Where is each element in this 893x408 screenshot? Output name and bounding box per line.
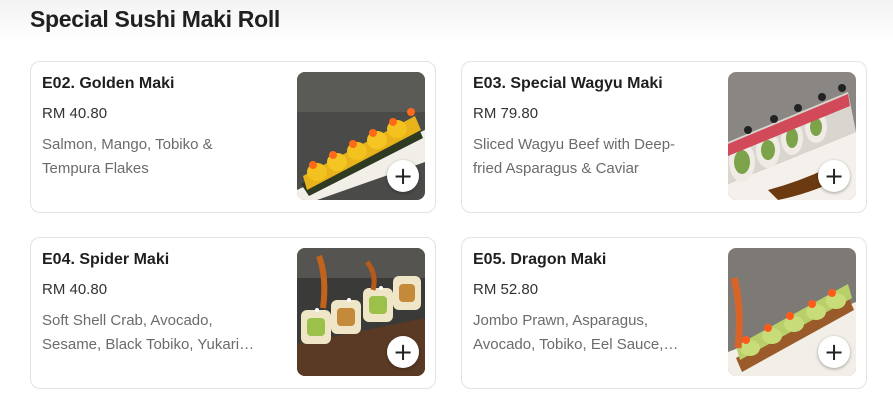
menu-item-card-wagyu-maki[interactable]: E03. Special Wagyu Maki RM 79.80 Sliced … [461, 61, 867, 213]
item-description: Sliced Wagyu Beef with Deep-fried Aspara… [473, 136, 676, 177]
menu-item-card-spider-maki[interactable]: E04. Spider Maki RM 40.80 Soft Shell Cra… [30, 237, 436, 389]
add-to-cart-button[interactable]: + [818, 160, 850, 192]
wagyu-maki-image[interactable]: + [728, 72, 856, 200]
menu-item-card-golden-maki[interactable]: E02. Golden Maki RM 40.80 Salmon, Mango,… [30, 61, 436, 213]
spider-maki-image[interactable]: + [297, 248, 425, 376]
item-description: Salmon, Mango, Tobiko & Tempura Flakes [42, 136, 213, 177]
item-name: E03. Special Wagyu Maki [473, 75, 663, 92]
item-name: E04. Spider Maki [42, 251, 170, 268]
add-to-cart-button[interactable]: + [387, 160, 419, 192]
item-name: E05. Dragon Maki [473, 251, 607, 268]
item-price: RM 52.80 [473, 281, 539, 298]
item-name: E02. Golden Maki [42, 75, 175, 92]
item-price: RM 40.80 [42, 105, 108, 122]
dragon-maki-image[interactable]: + [728, 248, 856, 376]
menu-item-card-dragon-maki[interactable]: E05. Dragon Maki RM 52.80 Jombo Prawn, A… [461, 237, 867, 389]
golden-maki-image[interactable]: + [297, 72, 425, 200]
item-price: RM 40.80 [42, 281, 108, 298]
add-to-cart-button[interactable]: + [387, 336, 419, 368]
item-description: Soft Shell Crab, Avocado, Sesame, Black … [42, 312, 240, 353]
add-to-cart-button[interactable]: + [818, 336, 850, 368]
section-title: Special Sushi Maki Roll [30, 6, 281, 32]
item-description: Jombo Prawn, Asparagus, Avocado, Tobiko,… [473, 312, 664, 353]
item-price: RM 79.80 [473, 105, 539, 122]
